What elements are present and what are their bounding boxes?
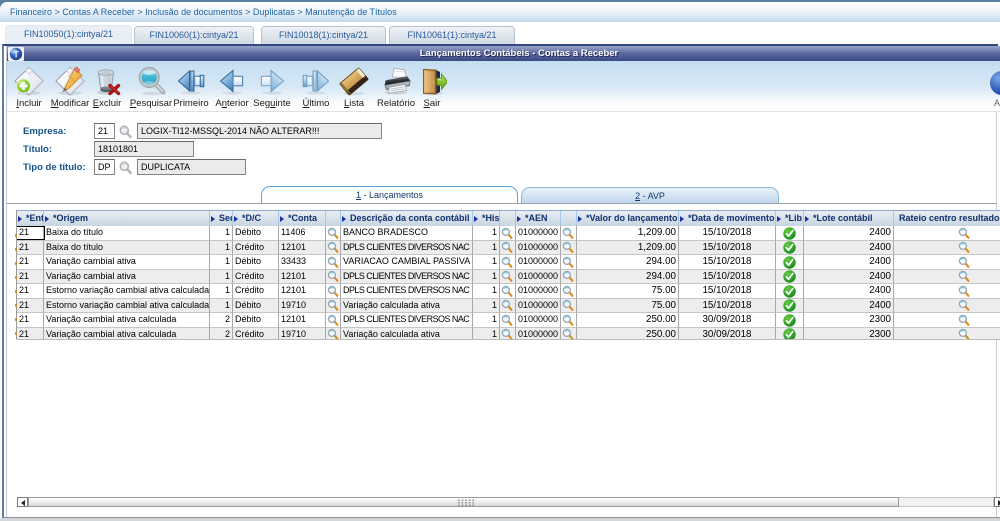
svg-text:T: T: [13, 49, 19, 59]
